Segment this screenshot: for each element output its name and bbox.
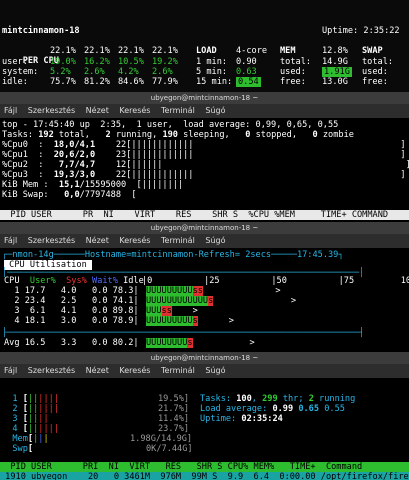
htop-cpu-meter: 3 [|||| [2, 414, 49, 424]
nmon-terminal-window: ubyegon@mintcinnamon-18 ~ Fájl Szerkeszt… [0, 222, 409, 352]
menu-bar: Fájl Szerkesztés Nézet Keresés Terminál … [0, 104, 409, 118]
nmon-clock: 17:45.39 [296, 250, 339, 260]
menu-terminal[interactable]: Terminál [161, 366, 195, 375]
menu-file[interactable]: Fájl [4, 366, 17, 375]
menu-help[interactable]: Súgó [205, 366, 225, 375]
menu-search[interactable]: Keresés [119, 236, 150, 245]
window-title: ubyegon@mintcinnamon-18 ~ [0, 92, 409, 104]
htop-load: Load average: 0.99 0.65 0.55 [200, 404, 345, 414]
menu-view[interactable]: Nézet [86, 366, 109, 375]
glances-pane: mintcinnamon-18 Uptime: 2:35:22 PER CPU … [0, 0, 409, 92]
cpu-scale: |0 |25 |50 |75 100| [142, 276, 409, 286]
uptime-label: Uptime: 2:35:22 [322, 26, 400, 36]
mem-header: MEM [280, 46, 296, 56]
cpu-row: 4 18.1 3.0 0.0 78.9| [4, 316, 139, 326]
htop-terminal-window: ubyegon@mintcinnamon-18 ~ Fájl Szerkeszt… [0, 352, 409, 480]
top-tasks-line: Tasks: 192 total, 2 running, 190 sleepin… [2, 130, 354, 140]
menu-bar: Fájl Szerkesztés Nézet Keresés Terminál … [0, 234, 409, 248]
menu-edit[interactable]: Szerkesztés [28, 366, 75, 375]
cpu3-line: %Cpu3 : 19,3/3,0 22[|||||||||||| ] [2, 170, 406, 180]
process-table-header: PID USER PR NI VIRT RES SHR S %CPU %MEM … [0, 210, 409, 220]
menu-edit[interactable]: Szerkesztés [28, 236, 75, 245]
window-title: ubyegon@mintcinnamon-18 ~ [0, 352, 409, 364]
menu-view[interactable]: Nézet [86, 236, 109, 245]
htop-cpu-meter: 2 [|||||| [2, 404, 59, 414]
nmon-version: nmon-14g [12, 250, 54, 260]
window-title: ubyegon@mintcinnamon-18 ~ [0, 222, 409, 234]
mem-used-highlight: 1.91G [322, 67, 352, 77]
htop-cpu-meter: 1 [|||||| [2, 394, 59, 404]
htop-process-header: PID USER PRI NI VIRT RES SHR S CPU% MEM%… [0, 462, 409, 472]
cpu-row: 3 6.1 4.1 0.0 89.8| [4, 306, 139, 316]
menu-help[interactable]: Súgó [205, 106, 225, 115]
cpu-row: 2 23.4 2.5 0.0 74.1| [4, 296, 139, 306]
load-15-highlight: 0.54 [236, 77, 261, 87]
menu-search[interactable]: Keresés [119, 106, 150, 115]
cpu2-line: %Cpu2 : 7,7/4,7 12[|||||| ] [2, 160, 409, 170]
cpu-col-header: CPU User% Sys% Wait% Idle [4, 276, 144, 286]
menu-edit[interactable]: Szerkesztés [28, 106, 75, 115]
top-terminal-window: ubyegon@mintcinnamon-18 ~ Fájl Szerkeszt… [0, 92, 409, 222]
htop-tasks: Tasks: 100, 299 thr; 2 running [200, 394, 356, 404]
menu-bar: Fájl Szerkesztés Nézet Keresés Terminál … [0, 364, 409, 378]
top-summary-line: top - 17:45:40 up 2:35, 1 user, load ave… [2, 120, 339, 130]
menu-terminal[interactable]: Terminál [161, 236, 195, 245]
menu-search[interactable]: Keresés [119, 366, 150, 375]
host-name: mintcinnamon-18 [2, 26, 80, 36]
swap-line: KiB Swap: 0,0/7797488 [ [2, 190, 137, 200]
cpu0-line: %Cpu0 : 18,0/4,1 22[|||||||||||| ] [2, 140, 406, 150]
menu-file[interactable]: Fájl [4, 236, 17, 245]
nmon-hostname: Hostname=mintcinnamon-Refresh= 2secs [84, 250, 272, 260]
mem-line: KiB Mem : 15,1/15595000 [|||||||| [2, 180, 184, 190]
cpu-row: 1 17.7 4.0 0.0 78.3| [4, 286, 139, 296]
load-header: LOAD [196, 46, 217, 56]
htop-cpu-meter: 4 [|||||| [2, 424, 59, 434]
swap-header: SWAP [362, 46, 383, 56]
htop-uptime: Uptime: 02:35:24 [200, 414, 283, 424]
cpu1-line: %Cpu1 : 20,6/2,0 23[|||||||||||| ] [2, 150, 406, 160]
cpu-avg-row: Avg 16.5 3.3 0.0 80.2| [4, 338, 139, 348]
menu-file[interactable]: Fájl [4, 106, 17, 115]
menu-terminal[interactable]: Terminál [161, 106, 195, 115]
menu-view[interactable]: Nézet [86, 106, 109, 115]
htop-process-row[interactable]: 1910 ubyegon 20 0 3461M 976M 99M S 9.9 6… [0, 472, 409, 480]
htop-swap-meter: Swp[ [2, 444, 34, 454]
menu-help[interactable]: Súgó [205, 236, 225, 245]
htop-mem-meter: Mem[||| [2, 434, 49, 444]
